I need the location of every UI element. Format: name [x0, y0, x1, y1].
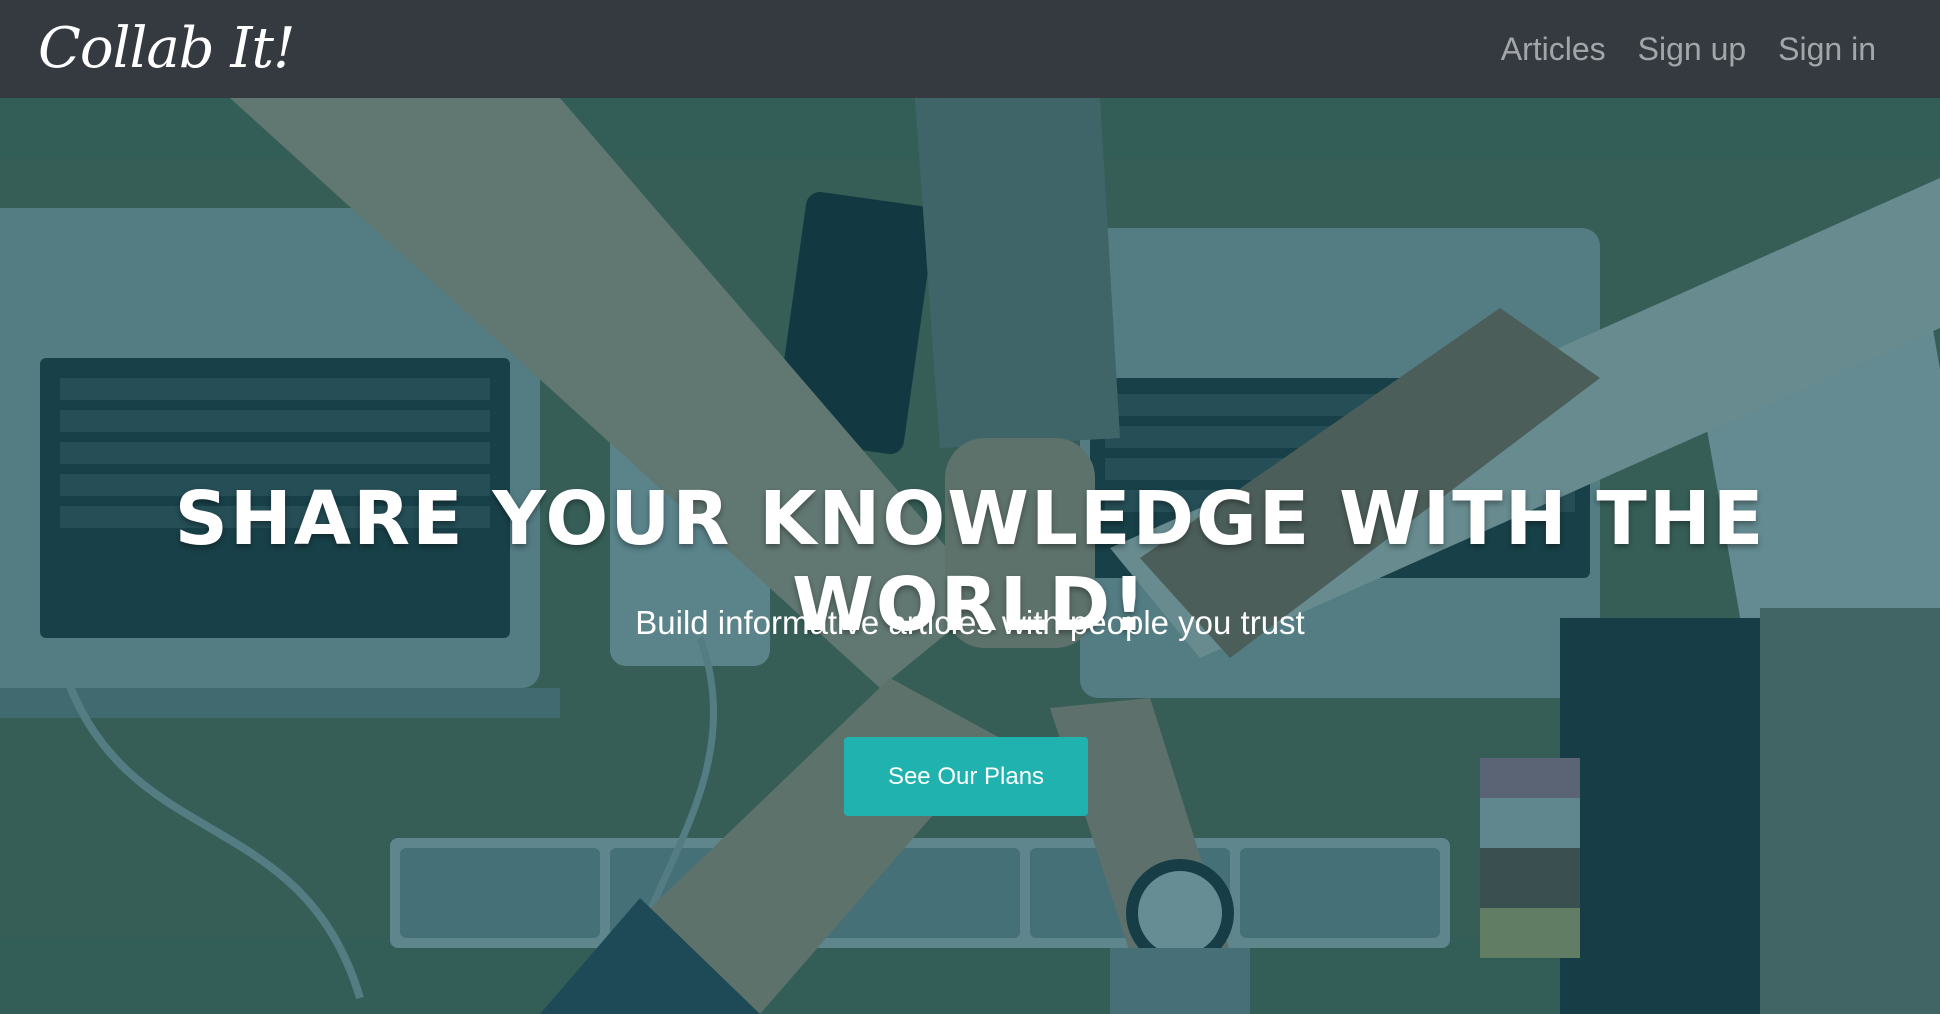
navbar: Collab It! Articles Sign up Sign in — [0, 0, 1940, 98]
hero-section: SHARE YOUR KNOWLEDGE WITH THE WORLD! Bui… — [0, 98, 1940, 1014]
nav-link-sign-up[interactable]: Sign up — [1638, 31, 1747, 68]
hero-subtitle: Build informative articles with people y… — [635, 604, 1305, 641]
brand-logo[interactable]: Collab It! — [38, 21, 296, 77]
nav-link-sign-in[interactable]: Sign in — [1778, 31, 1876, 68]
hero-content: SHARE YOUR KNOWLEDGE WITH THE WORLD! Bui… — [0, 98, 1940, 1014]
nav-link-articles[interactable]: Articles — [1501, 31, 1606, 68]
nav-links: Articles Sign up Sign in — [1501, 31, 1876, 68]
see-our-plans-button[interactable]: See Our Plans — [844, 737, 1088, 816]
